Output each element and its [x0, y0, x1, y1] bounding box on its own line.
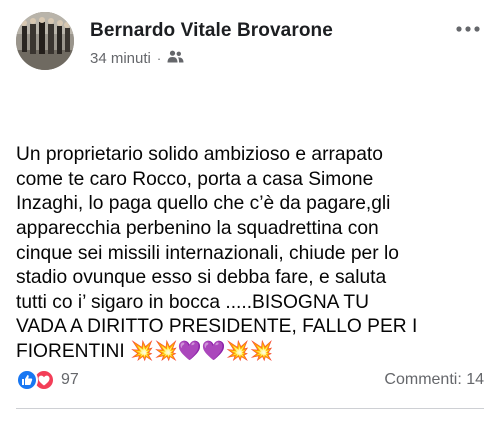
footer-divider — [16, 408, 484, 409]
friends-icon — [167, 50, 184, 67]
post-text: Un proprietario solido ambizioso e arrap… — [16, 144, 418, 362]
like-icon — [16, 369, 38, 391]
author-name[interactable]: Bernardo Vitale Brovarone — [90, 20, 333, 42]
post-header: Bernardo Vitale Brovarone 34 minuti · — [16, 12, 486, 76]
post-meta: 34 minuti · — [90, 50, 184, 67]
meta-separator: · — [156, 51, 162, 66]
avatar[interactable] — [16, 12, 74, 70]
reaction-count: 97 — [61, 371, 79, 388]
reactions-summary[interactable]: 97 — [16, 369, 79, 391]
post-time[interactable]: 34 minuti — [90, 50, 151, 67]
post-footer: 97 Commenti: 14 — [16, 366, 484, 394]
comments-count-link[interactable]: Commenti: 14 — [384, 371, 484, 389]
avatar-photo — [16, 12, 74, 70]
more-options-icon[interactable] — [450, 14, 486, 44]
